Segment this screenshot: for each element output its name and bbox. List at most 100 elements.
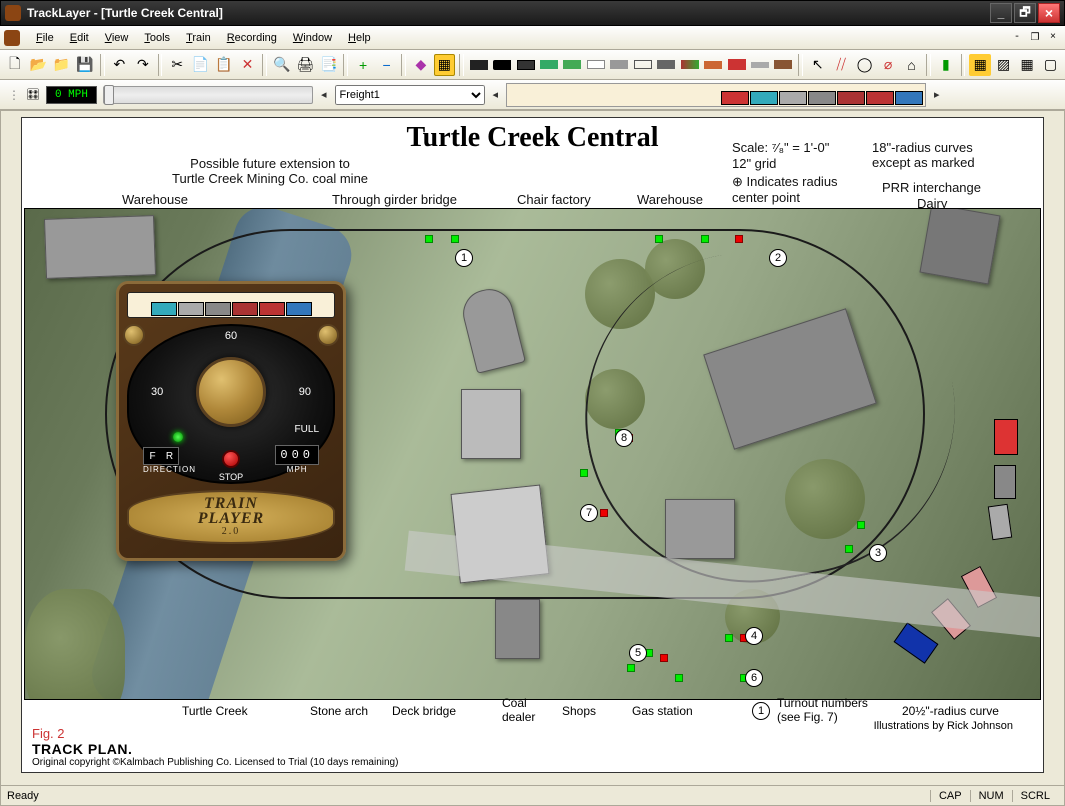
viewport[interactable]: Turtle Creek Central Possible future ext… [0, 110, 1065, 806]
brand-name: TRAIN PLAYER [198, 497, 264, 526]
train-car[interactable] [894, 622, 939, 663]
select-tool[interactable]: ↖ [807, 54, 828, 76]
close-button[interactable]: × [1038, 3, 1060, 23]
menu-tools[interactable]: Tools [136, 30, 178, 46]
car-green2-icon[interactable] [562, 54, 583, 76]
menu-window[interactable]: Window [285, 30, 340, 46]
open-button[interactable]: 📂 [27, 54, 48, 76]
consist-next-button[interactable]: ▸ [932, 88, 942, 101]
slider-thumb[interactable] [104, 85, 114, 105]
controller-icon[interactable]: 🎛 [26, 88, 40, 101]
cut-button[interactable]: ✂ [166, 54, 187, 76]
view3-button[interactable]: ▢ [1040, 54, 1061, 76]
switch-node[interactable] [701, 235, 709, 243]
car-green-icon[interactable] [538, 54, 559, 76]
car-gray-icon[interactable] [609, 54, 630, 76]
menu-file[interactable]: File [28, 30, 62, 46]
maximize-button[interactable]: 🗗 [1014, 3, 1036, 23]
car-line-icon[interactable] [749, 54, 770, 76]
car-mix-icon[interactable] [679, 54, 700, 76]
mdi-restore-button[interactable]: ❐ [1027, 31, 1043, 45]
building-warehouse1 [44, 215, 156, 279]
switch-node[interactable] [845, 545, 853, 553]
erase-tool[interactable]: ⌀ [877, 54, 898, 76]
label-prr: PRR interchange [882, 180, 981, 195]
switch-node[interactable] [725, 634, 733, 642]
switch-node[interactable] [425, 235, 433, 243]
car-darkgray-icon[interactable] [655, 54, 676, 76]
car-white-icon[interactable] [585, 54, 606, 76]
switch-node[interactable] [735, 235, 743, 243]
print-preview-button[interactable]: 🔍 [271, 54, 292, 76]
delete-button[interactable]: ✕ [237, 54, 258, 76]
switch-node[interactable] [600, 509, 608, 517]
control-panel[interactable]: 30 60 90 FULL STOP F R DIRECTION 000 MPH… [116, 281, 346, 561]
view2-button[interactable]: ▨ [993, 54, 1014, 76]
cp-car [286, 302, 312, 316]
open-layout-button[interactable]: 📁 [51, 54, 72, 76]
switch-node[interactable] [655, 235, 663, 243]
direction-switch[interactable]: F R [143, 447, 179, 465]
paste-button[interactable]: 📋 [213, 54, 234, 76]
add-button[interactable]: + [352, 54, 373, 76]
redo-button[interactable]: ↷ [132, 54, 153, 76]
train-prev-button[interactable]: ◂ [319, 88, 329, 101]
car-brown-icon[interactable] [773, 54, 794, 76]
remove-button[interactable]: − [376, 54, 397, 76]
undo-button[interactable]: ↶ [109, 54, 130, 76]
car-dark-icon[interactable] [515, 54, 536, 76]
train-car[interactable] [988, 504, 1013, 540]
switch-node[interactable] [451, 235, 459, 243]
dir-f: F [144, 448, 161, 464]
plan-label: TRACK PLAN. [32, 741, 132, 757]
menu-edit[interactable]: Edit [62, 30, 97, 46]
train-car[interactable] [994, 465, 1016, 499]
train-car[interactable] [994, 419, 1018, 455]
track-tool[interactable]: ⧸⧸ [830, 54, 851, 76]
toolbar-train: ⋮ 🎛 0 MPH ◂ Freight1 ◂ ▸ [0, 80, 1065, 110]
menu-train[interactable]: Train [178, 30, 219, 46]
stop-button[interactable] [222, 450, 240, 468]
signal-tool[interactable]: ▮ [935, 54, 956, 76]
car-orange-icon[interactable] [702, 54, 723, 76]
grid-button[interactable]: ▦ [1016, 54, 1037, 76]
car-red-icon[interactable] [726, 54, 747, 76]
menu-recording[interactable]: Recording [219, 30, 285, 46]
building-tool[interactable]: ⌂ [901, 54, 922, 76]
menu-help[interactable]: Help [340, 30, 379, 46]
switch-node[interactable] [675, 674, 683, 682]
mdi-close-button[interactable]: × [1045, 31, 1061, 45]
switch-node[interactable] [580, 469, 588, 477]
print-button[interactable]: 🖨 [295, 54, 316, 76]
loco-icon[interactable] [491, 54, 512, 76]
save-button[interactable]: 💾 [74, 54, 95, 76]
scale-full: FULL [295, 424, 319, 435]
turnout-5: 5 [629, 644, 647, 662]
book-button[interactable]: ◆ [410, 54, 431, 76]
flabel-coal: Coal dealer [502, 696, 535, 724]
new-button[interactable]: 🗋 [4, 54, 25, 76]
dir-r: R [161, 448, 178, 464]
toolbar-main: 🗋 📂 📁 💾 ↶ ↷ ✂ 📄 📋 ✕ 🔍 🖨 📑 + − ◆ ▦ ↖ ⧸⧸ ◯… [0, 50, 1065, 80]
menu-view[interactable]: View [97, 30, 137, 46]
car-black-icon[interactable] [468, 54, 489, 76]
switch-node[interactable] [660, 654, 668, 662]
switch-node[interactable] [857, 521, 865, 529]
notes-button[interactable]: ▦ [434, 54, 455, 76]
throttle-slider[interactable] [103, 86, 313, 104]
window-title: TrackLayer - [Turtle Creek Central] [27, 6, 988, 20]
minimize-button[interactable]: _ [990, 3, 1012, 23]
view1-button[interactable]: ▦ [969, 54, 990, 76]
car-outline-icon[interactable] [632, 54, 653, 76]
mdi-minimize-button[interactable]: - [1009, 31, 1025, 45]
throttle-knob[interactable] [196, 357, 266, 427]
cp-button-right[interactable] [317, 324, 339, 346]
copy-button[interactable]: 📄 [190, 54, 211, 76]
properties-button[interactable]: 📑 [318, 54, 339, 76]
cp-button-left[interactable] [123, 324, 145, 346]
train-select[interactable]: Freight1 [335, 85, 485, 105]
switch-node[interactable] [627, 664, 635, 672]
consist-prev-button[interactable]: ◂ [491, 88, 501, 101]
label-chair: Chair factory [517, 192, 591, 207]
circle-tool[interactable]: ◯ [854, 54, 875, 76]
